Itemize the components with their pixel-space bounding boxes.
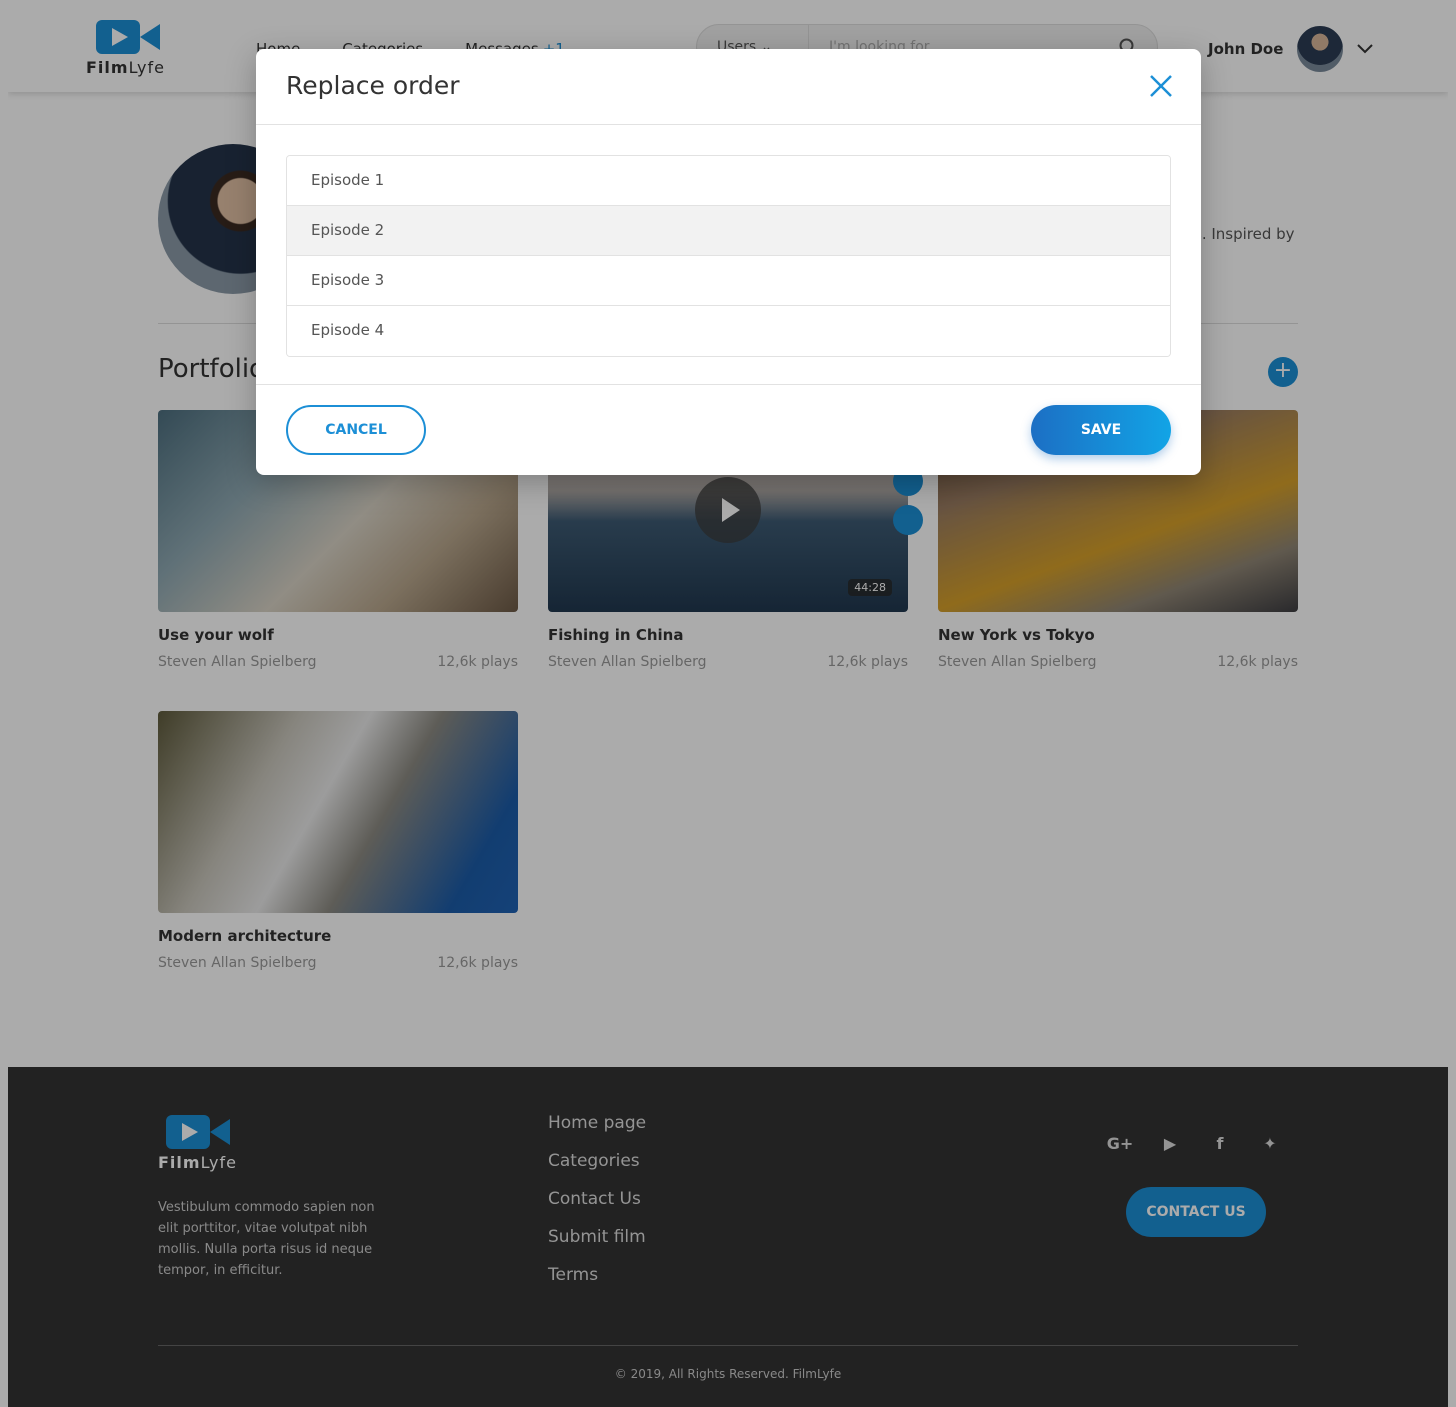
modal-title: Replace order [286,71,460,100]
list-item[interactable]: Episode 4 [287,306,1170,356]
episode-order-list: Episode 1 Episode 2 Episode 3 Episode 4 [286,155,1171,357]
cancel-button[interactable]: CANCEL [286,405,426,455]
close-icon[interactable] [1148,73,1174,99]
list-item[interactable]: Episode 1 [287,156,1170,206]
list-item[interactable]: Episode 2 [287,206,1170,256]
save-button[interactable]: SAVE [1031,405,1171,455]
list-item[interactable]: Episode 3 [287,256,1170,306]
divider [256,384,1201,385]
replace-order-modal: Replace order Episode 1 Episode 2 Episod… [256,49,1201,475]
divider [256,124,1201,125]
